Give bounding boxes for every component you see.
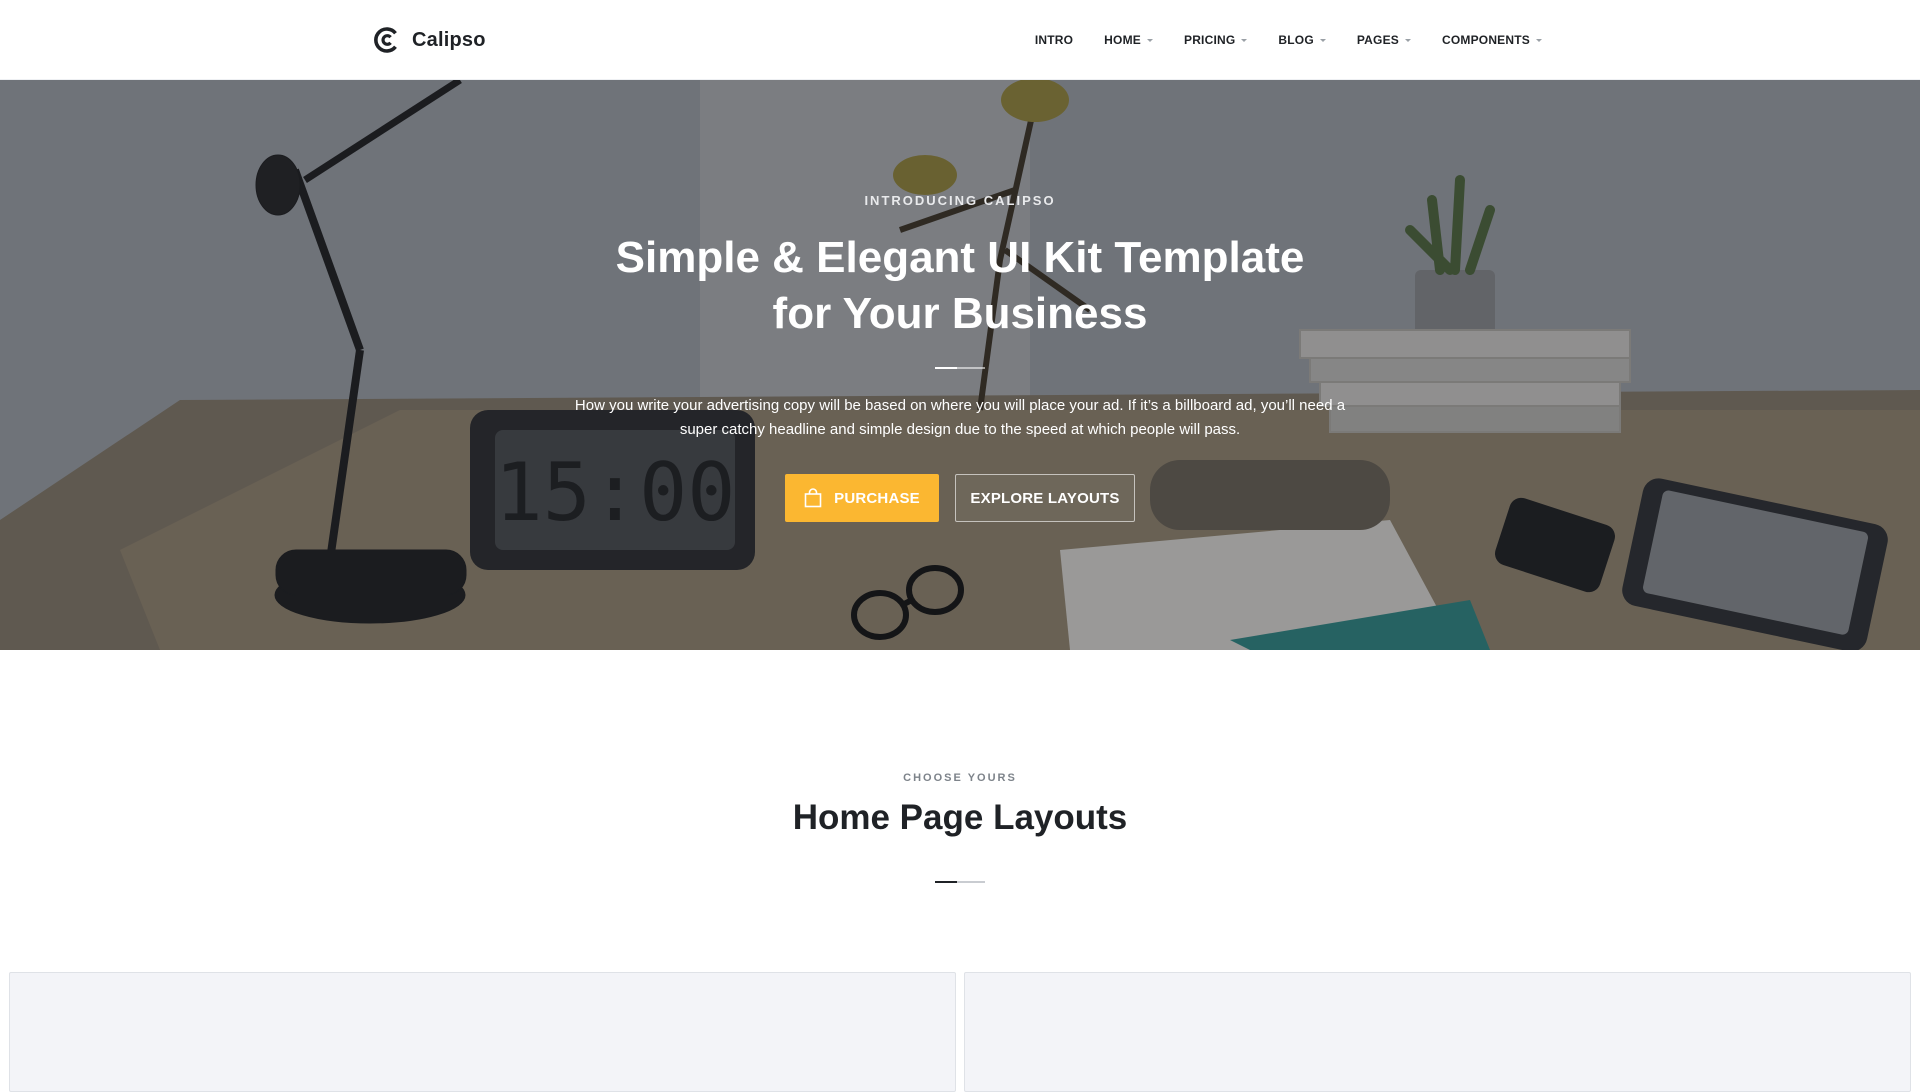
chevron-down-icon — [1536, 39, 1542, 42]
hero-title: Simple & Elegant UI Kit Template for You… — [560, 230, 1360, 342]
layout-preview-card[interactable] — [964, 972, 1911, 1092]
hero-description: How you write your advertising copy will… — [574, 397, 1346, 438]
calipso-c-logo-icon — [374, 27, 397, 53]
nav-item-label: HOME — [1104, 33, 1141, 47]
shopping-bag-icon — [804, 488, 822, 508]
nav-item-intro[interactable]: INTRO — [1035, 33, 1073, 47]
section-eyebrow: CHOOSE YOURS — [903, 772, 1017, 784]
explore-layouts-button-label: EXPLORE LAYOUTS — [970, 489, 1120, 507]
layout-preview-card[interactable] — [9, 972, 956, 1092]
section-title: Home Page Layouts — [792, 798, 1128, 837]
nav-item-components[interactable]: COMPONENTS — [1442, 33, 1542, 47]
brand-name: Calipso — [412, 28, 486, 51]
nav-item-pages[interactable]: PAGES — [1357, 33, 1411, 47]
main-nav: INTRO HOME PRICING BLOG PAGES COMPONENTS — [1035, 0, 1542, 80]
section-divider — [935, 881, 985, 883]
nav-item-blog[interactable]: BLOG — [1278, 33, 1326, 47]
explore-layouts-button[interactable]: EXPLORE LAYOUTS — [955, 474, 1135, 522]
hero-eyebrow: INTRODUCING CALIPSO — [864, 193, 1056, 208]
nav-item-label: PRICING — [1183, 33, 1236, 47]
hero-content: INTRODUCING CALIPSO Simple & Elegant UI … — [0, 80, 1920, 650]
hero-title-line-2: for Your Business — [772, 289, 1148, 338]
brand-logo-link[interactable]: Calipso — [374, 25, 486, 55]
hero-divider — [935, 367, 985, 369]
nav-item-home[interactable]: HOME — [1104, 33, 1153, 47]
nav-item-label: PAGES — [1356, 33, 1399, 47]
chevron-down-icon — [1146, 39, 1153, 42]
nav-item-pricing[interactable]: PRICING — [1183, 33, 1248, 47]
site-header: Calipso INTRO HOME PRICING BLOG PAGES CO… — [0, 0, 1920, 80]
chevron-down-icon — [1319, 39, 1326, 42]
purchase-button[interactable]: PURCHASE — [785, 474, 939, 522]
purchase-button-label: PURCHASE — [834, 489, 920, 507]
chevron-down-icon — [1241, 39, 1248, 42]
nav-item-label: BLOG — [1278, 33, 1314, 47]
hero-section: 15:00 INTRODUCING CALIPSO Simple & Elega… — [0, 80, 1920, 650]
chevron-down-icon — [1404, 39, 1411, 42]
hero-title-line-1: Simple & Elegant UI Kit Template — [615, 233, 1305, 282]
nav-item-label: INTRO — [1034, 33, 1074, 47]
nav-item-label: COMPONENTS — [1441, 33, 1530, 47]
